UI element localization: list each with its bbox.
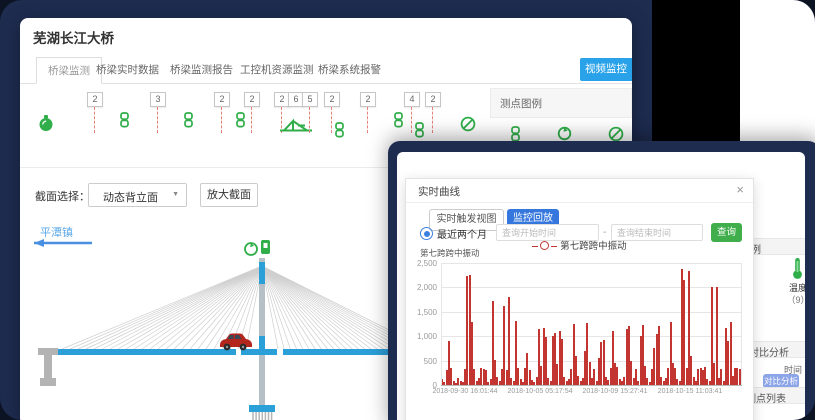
sensor-count-badge: 5 bbox=[302, 92, 318, 107]
gridline bbox=[441, 263, 741, 264]
chain-icon bbox=[183, 112, 194, 128]
chain-icon bbox=[235, 112, 246, 128]
alarm-dash-line bbox=[309, 107, 310, 133]
y-tick-label: 1,000 bbox=[407, 332, 437, 341]
x-axis-line bbox=[441, 385, 742, 386]
tower-cycle-icon[interactable] bbox=[245, 243, 257, 255]
dialog-window-page: 图例 温度 （9） 对比分析 时间 对比分析 测点列表 实时曲线 × bbox=[397, 152, 805, 420]
alarm-dash-line bbox=[94, 107, 95, 133]
tab-monitor-report[interactable]: 桥梁监测报告 bbox=[170, 57, 233, 82]
sensor-count-badge: 2 bbox=[360, 92, 376, 107]
desktop: 芜湖长江大桥 桥梁监测 桥梁实时数据 桥梁监测报告 工控机资源监测 桥梁系统报警… bbox=[0, 0, 815, 420]
y-tick-label: 1,500 bbox=[407, 308, 437, 317]
chain-icon bbox=[414, 122, 425, 138]
chain-icon bbox=[393, 112, 404, 128]
tab-system-alarm[interactable]: 桥梁系统报警 bbox=[318, 57, 381, 82]
dash-sensor-icon[interactable] bbox=[334, 122, 345, 143]
dialog-header: 实时曲线 × bbox=[406, 179, 753, 203]
gauge-sensor-icon[interactable] bbox=[38, 114, 54, 137]
temperature-count: （9） bbox=[781, 293, 805, 306]
dialog-window-frame: 图例 温度 （9） 对比分析 时间 对比分析 测点列表 实时曲线 × bbox=[388, 141, 815, 420]
alarm-dash-line bbox=[221, 107, 222, 133]
bridge-icon bbox=[279, 116, 313, 134]
x-tick-label: 2018-10-15 11:03:41 bbox=[658, 388, 722, 395]
plot-border bbox=[441, 263, 442, 385]
compare-analysis-button[interactable]: 对比分析 bbox=[763, 374, 799, 388]
section-select-value: 动态背立面 bbox=[103, 189, 158, 205]
alarm-dash-line bbox=[331, 107, 332, 133]
vibration-bar bbox=[716, 287, 718, 385]
tab-bridge-monitor[interactable]: 桥梁监测 bbox=[36, 57, 102, 84]
x-tick-label: 2018-10-05 05:17:54 bbox=[508, 388, 573, 395]
car bbox=[220, 334, 252, 351]
gridline bbox=[441, 361, 741, 362]
chain-sensor-icon[interactable] bbox=[119, 112, 130, 133]
bridge-deck bbox=[58, 349, 438, 355]
chain-sensor-icon[interactable] bbox=[393, 112, 404, 133]
alarm-dash-line bbox=[251, 107, 252, 133]
ban-icon bbox=[608, 126, 624, 142]
thermometer-icon[interactable] bbox=[790, 257, 805, 280]
gauge-icon bbox=[38, 114, 54, 132]
gridline bbox=[441, 336, 741, 337]
gridline bbox=[441, 312, 741, 313]
main-tabbar: 桥梁监测 桥梁实时数据 桥梁监测报告 工控机资源监测 桥梁系统报警 bbox=[20, 57, 632, 84]
left-abutment bbox=[38, 348, 58, 386]
x-tick-label: 2018-09-30 16:01:44 bbox=[433, 388, 498, 395]
dialog-title: 实时曲线 bbox=[418, 184, 460, 199]
alarm-dash-line bbox=[367, 107, 368, 133]
plot-border bbox=[741, 263, 742, 385]
gridline bbox=[441, 287, 741, 288]
chain-sensor-icon[interactable] bbox=[183, 112, 194, 133]
close-icon[interactable]: × bbox=[736, 182, 744, 197]
sensor-count-badge: 4 bbox=[404, 92, 420, 107]
black-backdrop bbox=[652, 0, 740, 143]
bridge-cables bbox=[62, 266, 427, 349]
point-legend-title: 测点图例 bbox=[500, 96, 542, 111]
alarm-dash-line bbox=[157, 107, 158, 133]
pier-piles bbox=[253, 412, 272, 420]
chain-icon bbox=[510, 126, 521, 142]
ban-sensor-icon[interactable] bbox=[460, 116, 476, 137]
legend-marker-icon bbox=[540, 241, 549, 250]
sensor-count-badge: 2 bbox=[214, 92, 230, 107]
y-tick-label: 2,000 bbox=[407, 283, 437, 292]
vibration-bar bbox=[508, 297, 510, 385]
chain-icon bbox=[119, 112, 130, 128]
background-window bbox=[740, 0, 815, 143]
date-range-separator: - bbox=[603, 227, 606, 238]
sensor-count-badge: 3 bbox=[150, 92, 166, 107]
tab-realtime-data[interactable]: 桥梁实时数据 bbox=[96, 57, 159, 82]
alarm-dash-line bbox=[432, 107, 433, 133]
y-tick-label: 2,500 bbox=[407, 259, 437, 268]
point-legend-panel: 测点图例 bbox=[490, 88, 632, 118]
x-tick-label: 2018-10-09 15:27:41 bbox=[583, 388, 648, 395]
y-axis-name: 第七跨跨中振动 bbox=[420, 247, 480, 259]
section-select-dropdown[interactable]: 动态背立面 ▼ bbox=[88, 183, 187, 207]
tower-device-icon[interactable] bbox=[261, 240, 270, 254]
tab-ipc-resource[interactable]: 工控机资源监测 bbox=[240, 57, 314, 82]
dash-sensor-icon[interactable] bbox=[414, 122, 425, 143]
section-select-label: 截面选择： bbox=[35, 188, 90, 204]
cycle-icon bbox=[557, 126, 572, 141]
ban-icon bbox=[460, 116, 476, 132]
direction-arrow bbox=[34, 239, 92, 247]
realtime-curve-dialog: 实时曲线 × 实时触发视图 监控回放 最近两个月 - 查询 第七跨跨中振动 第七… bbox=[405, 178, 754, 420]
sensor-count-badge: 2 bbox=[425, 92, 441, 107]
alarm-dash-line bbox=[411, 107, 412, 133]
vibration-chart: 05001,0001,5002,0002,500 bbox=[441, 263, 741, 385]
y-tick-label: 500 bbox=[407, 357, 437, 366]
chevron-down-icon: ▼ bbox=[172, 191, 179, 198]
bridge-sensor-icon[interactable] bbox=[279, 116, 313, 139]
video-monitor-button[interactable]: 视频监控 bbox=[580, 58, 632, 81]
sensor-count-badge: 2 bbox=[244, 92, 260, 107]
tower-pier bbox=[259, 355, 265, 406]
sensor-count-badge: 2 bbox=[324, 92, 340, 107]
sensor-count-badge: 2 bbox=[87, 92, 103, 107]
enlarge-section-button[interactable]: 放大截面 bbox=[200, 183, 258, 207]
page-title: 芜湖长江大桥 bbox=[33, 27, 114, 47]
chain-sensor-icon[interactable] bbox=[235, 112, 246, 133]
chain-icon bbox=[334, 122, 345, 138]
